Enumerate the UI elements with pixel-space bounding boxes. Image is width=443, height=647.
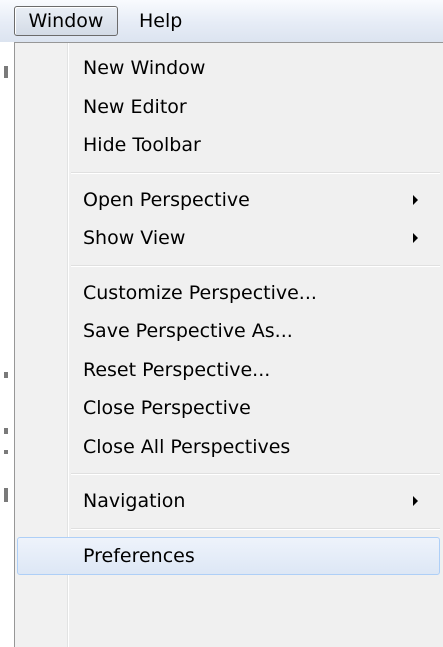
menu-item-show-view[interactable]: Show View — [17, 219, 440, 257]
submenu-arrow-icon — [413, 195, 418, 205]
edge-mark — [4, 428, 8, 434]
menu-item-close-all-perspectives[interactable]: Close All Perspectives — [17, 428, 440, 466]
edge-mark — [4, 488, 8, 502]
menu-separator — [71, 473, 440, 475]
menu-item-new-window[interactable]: New Window — [17, 49, 440, 87]
menu-item-label: New Editor — [83, 96, 187, 118]
menu-item-open-perspective[interactable]: Open Perspective — [17, 181, 440, 219]
menu-item-navigation[interactable]: Navigation — [17, 482, 440, 520]
menu-help[interactable]: Help — [126, 6, 195, 36]
menu-window[interactable]: Window — [14, 6, 118, 36]
menu-item-new-editor[interactable]: New Editor — [17, 88, 440, 126]
edge-mark — [4, 66, 8, 78]
menu-separator — [71, 265, 440, 267]
menu-item-label: Hide Toolbar — [83, 134, 201, 156]
menu-item-close-perspective[interactable]: Close Perspective — [17, 389, 440, 427]
menu-item-hide-toolbar[interactable]: Hide Toolbar — [17, 126, 440, 164]
menu-item-label: Reset Perspective... — [83, 359, 271, 381]
background-window-edge — [0, 42, 14, 647]
menu-item-customize-perspective[interactable]: Customize Perspective... — [17, 274, 440, 312]
menu-item-label: New Window — [83, 57, 206, 79]
edge-mark — [4, 450, 8, 454]
menu-item-label: Navigation — [83, 490, 186, 512]
menu-item-label: Close Perspective — [83, 397, 251, 419]
submenu-arrow-icon — [413, 233, 418, 243]
menu-item-label: Close All Perspectives — [83, 436, 291, 458]
menu-item-reset-perspective[interactable]: Reset Perspective... — [17, 351, 440, 389]
menu-bar: Window Help — [0, 0, 443, 42]
menu-item-save-perspective-as[interactable]: Save Perspective As... — [17, 312, 440, 350]
menu-item-label: Customize Perspective... — [83, 282, 317, 304]
menu-item-label: Show View — [83, 227, 186, 249]
menu-item-label: Save Perspective As... — [83, 320, 293, 342]
submenu-arrow-icon — [413, 496, 418, 506]
window-dropdown-menu: New Window New Editor Hide Toolbar Open Per… — [14, 42, 443, 647]
menu-item-label: Preferences — [83, 545, 195, 567]
edge-mark — [4, 372, 8, 378]
menu-item-preferences[interactable]: Preferences — [17, 537, 440, 575]
menu-item-label: Open Perspective — [83, 189, 250, 211]
menu-separator — [71, 172, 440, 174]
menu-separator — [71, 528, 440, 530]
